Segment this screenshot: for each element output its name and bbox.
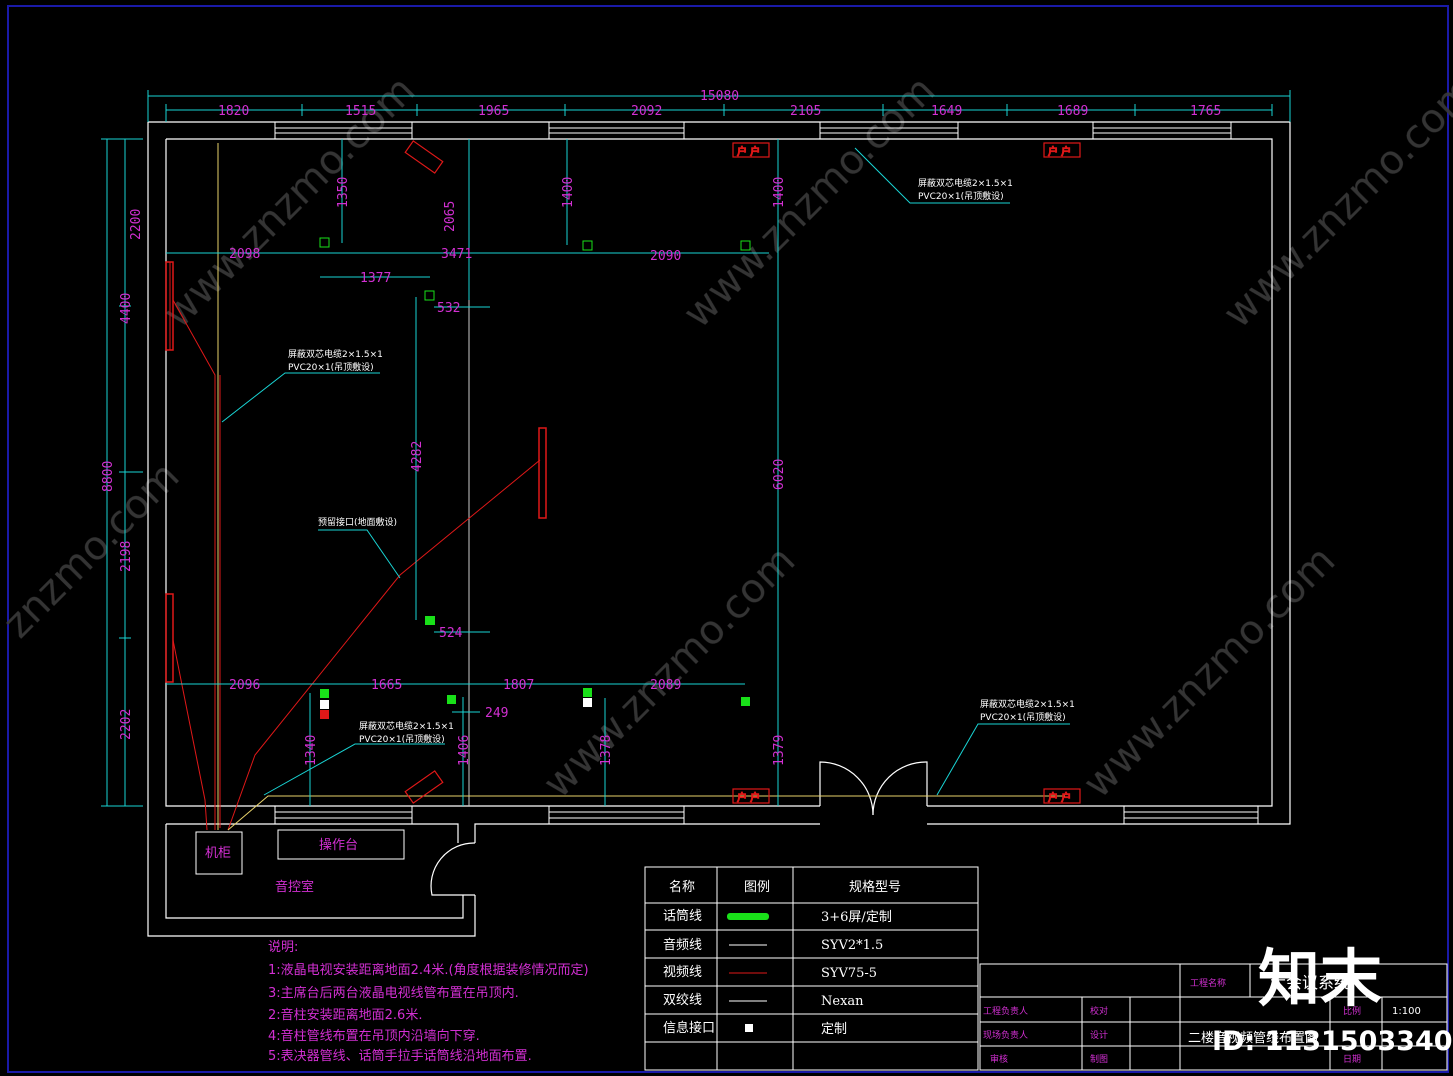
- note-line: 5:表决器管线、话筒手拉手话筒线沿地面布置.: [268, 1048, 532, 1064]
- annotation: PVC20×1(吊顶敷设): [980, 711, 1066, 723]
- annotation: 屏蔽双芯电缆2×1.5×1: [359, 720, 454, 732]
- video-cables: [169, 262, 541, 831]
- dim-top-seg: 1965: [478, 104, 509, 119]
- legend-spec: SYV75-5: [821, 966, 877, 981]
- watermark-text: www.znzmo.com: [155, 67, 425, 337]
- control-room-label: 音控室: [275, 879, 314, 895]
- dim-1406: 1406: [457, 735, 472, 766]
- control-room: 机柜 操作台 音控室: [195, 829, 405, 895]
- notes-title: 说明:: [268, 940, 298, 955]
- legend-mic-symbol: [727, 913, 769, 920]
- legend-header: 规格型号: [849, 879, 901, 895]
- watermark-text: znzmo.com: [0, 453, 188, 647]
- dim-1665: 1665: [371, 678, 402, 693]
- dim-1340: 1340: [304, 735, 319, 766]
- legend-spec: 3+6屏/定制: [821, 910, 892, 925]
- legend-header: 名称: [669, 879, 695, 895]
- dim-top-seg: 1820: [218, 104, 249, 119]
- floor-plan-drawing: www.znzmo.com www.znzmo.com www.znzmo.co…: [0, 5, 1453, 1073]
- legend-table: 名称 图例 规格型号 话筒线 音频线 视频线 双绞线 信息接口 3+6屏/定制 …: [644, 866, 979, 1071]
- tb-site-lead: 现场负责人: [983, 1029, 1028, 1041]
- legend-name: 音频线: [663, 937, 702, 953]
- note-line: 4:音柱管线布置在吊顶内沿墙向下穿.: [268, 1028, 480, 1044]
- note-line: 3:主席台后两台液晶电视线管布置在吊顶内.: [268, 985, 519, 1001]
- brand-id: ID: 1131503340: [1212, 1026, 1453, 1057]
- svg-text:户 户: 户 户: [737, 145, 760, 158]
- tb-draw: 制图: [1090, 1053, 1108, 1065]
- annotation: PVC20×1(吊顶敷设): [918, 190, 1004, 202]
- dim-total-top: 15080: [700, 89, 739, 104]
- legend-spec: Nexan: [821, 994, 864, 1009]
- svg-text:户 户: 户 户: [1048, 791, 1071, 804]
- dim-524: 524: [439, 626, 463, 641]
- dim-top-seg: 2105: [790, 104, 821, 119]
- drawing-frame: [7, 5, 1449, 1073]
- dim-2098: 2098: [229, 247, 260, 262]
- dim-1400a: 1400: [561, 177, 576, 208]
- tb-design: 设计: [1090, 1029, 1108, 1041]
- dim-top-seg: 1765: [1190, 104, 1221, 119]
- dim-532: 532: [437, 301, 460, 316]
- annotation: 屏蔽双芯电缆2×1.5×1: [288, 348, 383, 360]
- note-line: 1:液晶电视安装距离地面2.4米.(角度根据装修情况而定): [268, 962, 589, 978]
- dim-2090: 2090: [650, 249, 681, 264]
- dim-top-seg: 1649: [931, 104, 962, 119]
- dim-2096: 2096: [229, 678, 260, 693]
- brand-watermark: 知末 ID: 1131503340: [1212, 942, 1453, 1057]
- console-label: 操作台: [319, 837, 358, 853]
- tb-check: 校对: [1090, 1005, 1108, 1017]
- walls: [147, 121, 1291, 937]
- tb-review: 审核: [990, 1053, 1008, 1065]
- svg-text:户 户: 户 户: [1048, 145, 1071, 158]
- tb-scale: 1:100: [1392, 1006, 1421, 1017]
- explanation-notes: 说明: 1:液晶电视安装距离地面2.4米.(角度根据装修情况而定) 3:主席台后…: [268, 940, 589, 1064]
- tb-project-lead: 工程负责人: [983, 1005, 1028, 1017]
- dim-6020: 6020: [772, 459, 787, 490]
- tv-screens: [165, 261, 547, 683]
- note-line: 2:音柱安装距离地面2.6米.: [268, 1007, 422, 1023]
- dim-4282: 4282: [410, 441, 425, 472]
- legend-spec: SYV2*1.5: [821, 938, 883, 953]
- dim-left-2200: 2200: [129, 209, 144, 240]
- watermark-text: www.znzmo.com: [1215, 67, 1453, 337]
- dim-2089: 2089: [650, 678, 681, 693]
- annotation: 屏蔽双芯电缆2×1.5×1: [918, 177, 1013, 189]
- dim-left-total: 8800: [101, 461, 116, 492]
- legend-header: 图例: [744, 880, 770, 895]
- dim-1377: 1377: [360, 271, 391, 286]
- annotation: PVC20×1(吊顶敷设): [359, 733, 445, 745]
- dim-top-seg: 1689: [1057, 104, 1088, 119]
- dim-1378: 1378: [599, 735, 614, 766]
- dim-1379: 1379: [772, 735, 787, 766]
- dim-left-2202: 2202: [119, 709, 134, 740]
- dim-3471: 3471: [441, 247, 472, 262]
- brand-logo: 知末: [1258, 942, 1382, 1015]
- cabinet-label: 机柜: [205, 846, 231, 861]
- svg-text:户 户: 户 户: [737, 791, 760, 804]
- tb-project-label: 工程名称: [1190, 977, 1226, 989]
- dim-1807: 1807: [503, 678, 534, 693]
- annotation: 屏蔽双芯电缆2×1.5×1: [980, 698, 1075, 710]
- legend-spec: 定制: [821, 1022, 847, 1037]
- legend-name: 双绞线: [663, 992, 702, 1008]
- watermark-text: www.znzmo.com: [1075, 537, 1345, 807]
- legend-name: 话筒线: [663, 908, 702, 924]
- legend-port-symbol: [745, 1024, 753, 1032]
- dim-left-upper: 4400: [119, 293, 134, 324]
- legend-name: 视频线: [663, 965, 702, 980]
- watermark-text: www.znzmo.com: [535, 537, 805, 807]
- dim-1350: 1350: [336, 177, 351, 208]
- dim-left-2198: 2198: [119, 541, 134, 572]
- dim-top-seg: 1515: [345, 104, 376, 119]
- legend-name: 信息接口: [663, 1020, 715, 1036]
- dim-1400b: 1400: [772, 177, 787, 208]
- dim-2065: 2065: [443, 201, 458, 232]
- dim-249: 249: [485, 706, 508, 721]
- annotation: 预留接口(地面敷设): [318, 516, 397, 528]
- dim-top-seg: 2092: [631, 104, 662, 119]
- annotation: PVC20×1(吊顶敷设): [288, 361, 374, 373]
